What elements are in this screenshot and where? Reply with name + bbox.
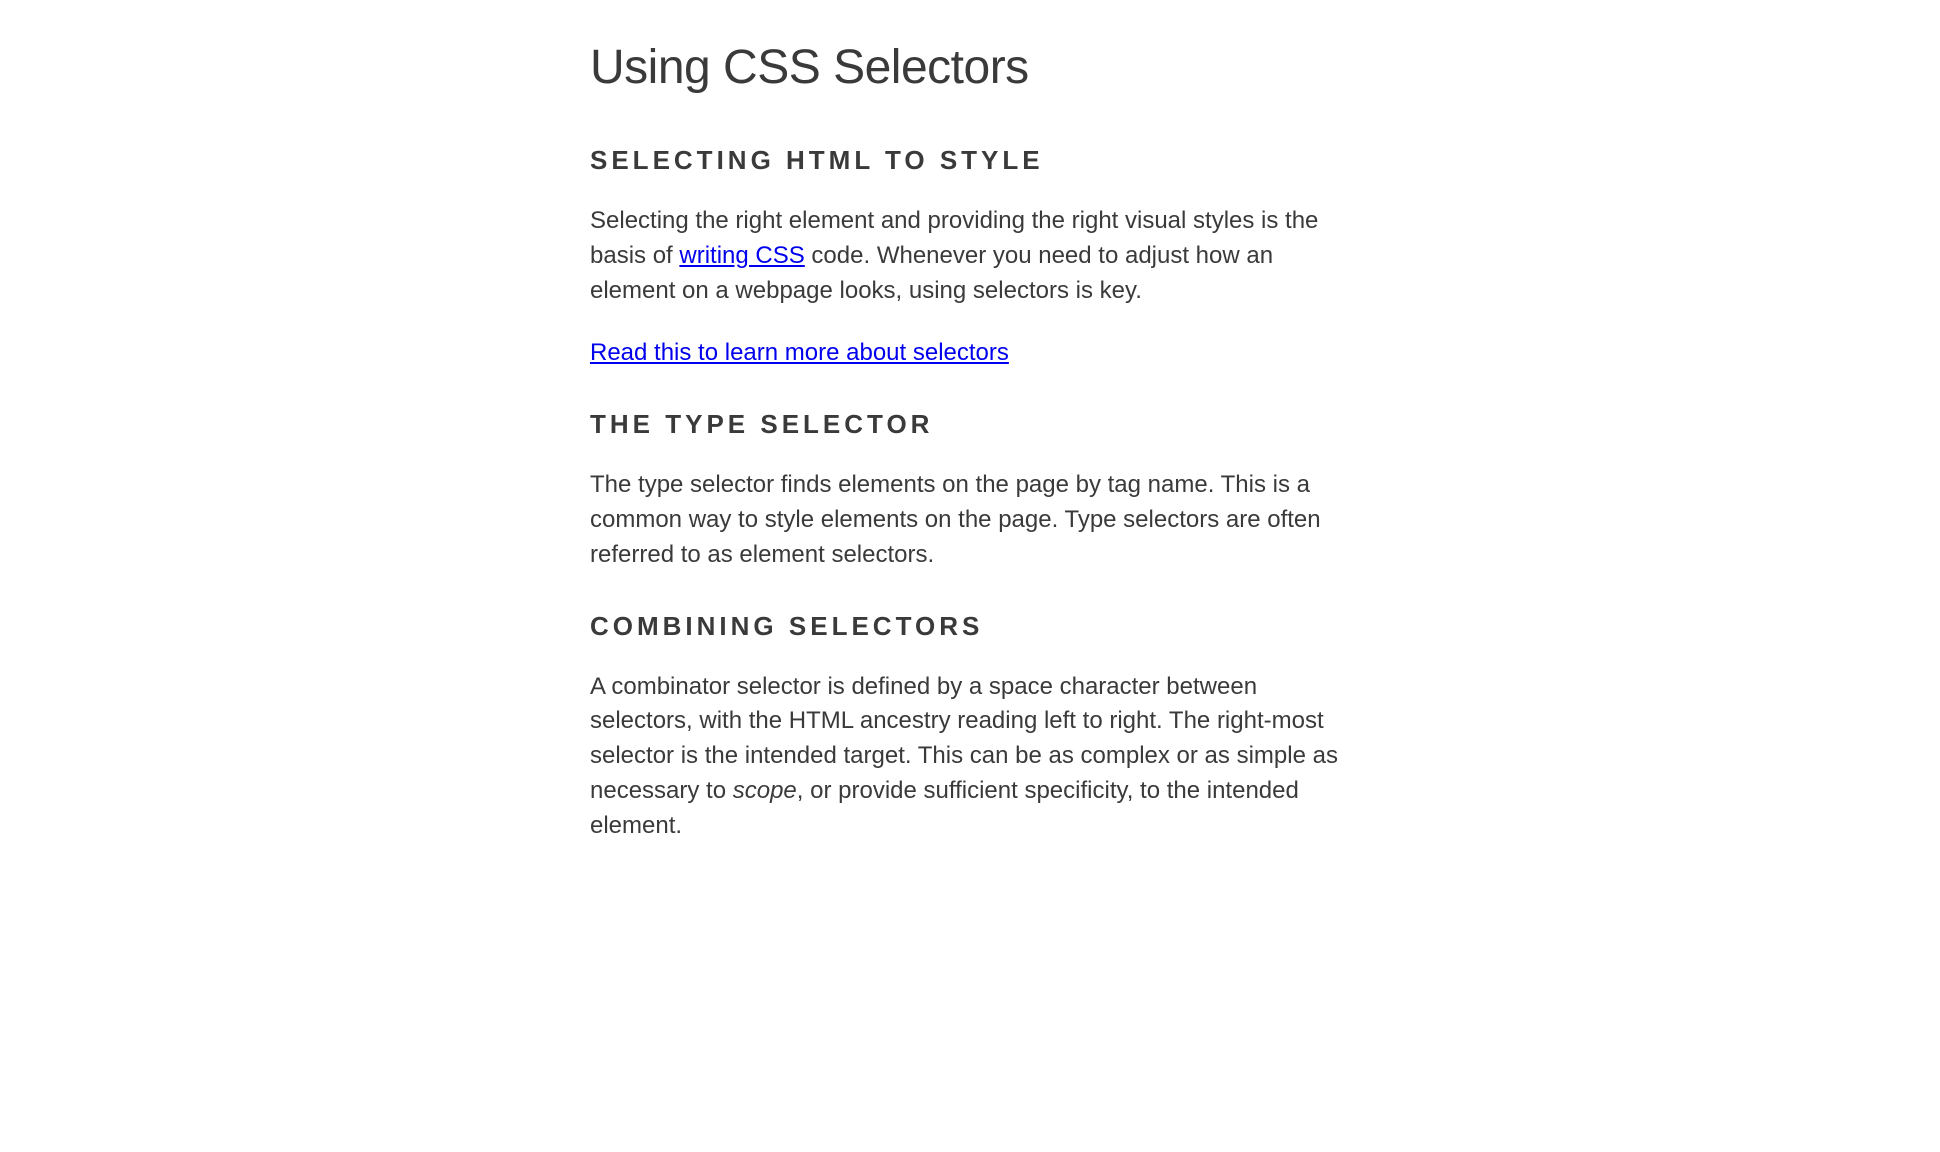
section-heading-selecting: SELECTING HTML TO STYLE xyxy=(590,145,1350,176)
document-container: Using CSS Selectors SELECTING HTML TO ST… xyxy=(570,40,1370,844)
section-heading-combining: COMBINING SELECTORS xyxy=(590,611,1350,642)
scope-emphasis: scope xyxy=(733,777,797,804)
learn-more-selectors-link[interactable]: Read this to learn more about selectors xyxy=(590,339,1009,366)
section-heading-type-selector: THE TYPE SELECTOR xyxy=(590,409,1350,440)
section-paragraph-combining: A combinator selector is defined by a sp… xyxy=(590,670,1350,844)
section-paragraph-type-selector: The type selector finds elements on the … xyxy=(590,468,1350,572)
writing-css-link[interactable]: writing CSS xyxy=(679,242,804,269)
page-title: Using CSS Selectors xyxy=(590,40,1350,95)
standalone-link-paragraph: Read this to learn more about selectors xyxy=(590,336,1350,371)
section-paragraph-selecting: Selecting the right element and providin… xyxy=(590,204,1350,308)
